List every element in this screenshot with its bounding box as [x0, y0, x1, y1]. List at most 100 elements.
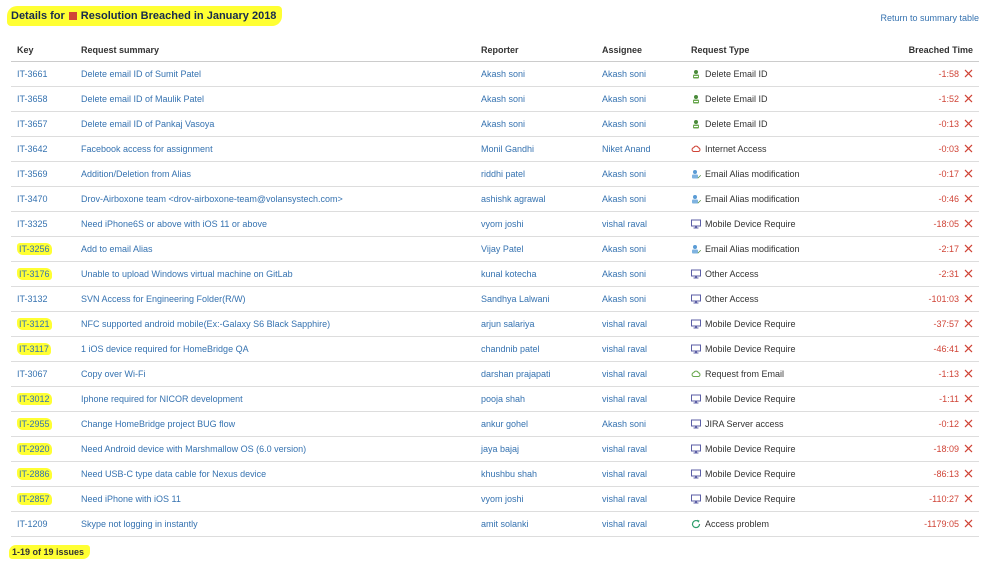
reporter-link[interactable]: khushbu shah: [481, 469, 537, 479]
table-row[interactable]: IT-2920 Need Android device with Marshmal…: [11, 436, 979, 462]
issue-summary-link[interactable]: Need USB-C type data cable for Nexus dev…: [81, 469, 266, 479]
column-header-breached-time[interactable]: Breached Time: [835, 39, 979, 62]
issue-summary-link[interactable]: Change HomeBridge project BUG flow: [81, 419, 235, 429]
table-row[interactable]: IT-3256 Add to email Alias Vijay Patel Akas…: [11, 236, 979, 262]
issue-key-link[interactable]: IT-3657: [17, 119, 48, 129]
assignee-link[interactable]: Akash soni: [602, 69, 646, 79]
issue-key-link[interactable]: IT-3117: [17, 342, 51, 355]
issue-summary-link[interactable]: Delete email ID of Maulik Patel: [81, 94, 204, 104]
table-row[interactable]: IT-2857 Need iPhone with iOS 11 vyom joshi…: [11, 486, 979, 512]
issue-summary-link[interactable]: Delete email ID of Pankaj Vasoya: [81, 119, 214, 129]
assignee-link[interactable]: vishal raval: [602, 369, 647, 379]
column-header-request-type[interactable]: Request Type: [685, 39, 835, 62]
reporter-link[interactable]: Akash soni: [481, 69, 525, 79]
issue-summary-link[interactable]: Addition/Deletion from Alias: [81, 169, 191, 179]
assignee-link[interactable]: Akash soni: [602, 294, 646, 304]
issue-key-link[interactable]: IT-3569: [17, 169, 48, 179]
issue-summary-link[interactable]: Need Android device with Marshmallow OS …: [81, 444, 306, 454]
issue-summary-link[interactable]: Copy over Wi-Fi: [81, 369, 146, 379]
table-row[interactable]: IT-3067 Copy over Wi-Fi darshan prajapati v…: [11, 361, 979, 387]
reporter-link[interactable]: vyom joshi: [481, 494, 524, 504]
issue-key-link[interactable]: IT-3661: [17, 69, 48, 79]
issue-key-link[interactable]: IT-2955: [17, 417, 52, 430]
assignee-link[interactable]: vishal raval: [602, 394, 647, 404]
issue-key-link[interactable]: IT-2920: [17, 442, 52, 455]
assignee-link[interactable]: vishal raval: [602, 219, 647, 229]
column-header-assignee[interactable]: Assignee: [596, 39, 685, 62]
issue-summary-link[interactable]: Add to email Alias: [81, 244, 153, 254]
issue-key-link[interactable]: IT-3658: [17, 94, 48, 104]
assignee-link[interactable]: Niket Anand: [602, 144, 651, 154]
issue-summary-link[interactable]: NFC supported android mobile(Ex:-Galaxy …: [81, 319, 330, 329]
assignee-link[interactable]: Akash soni: [602, 119, 646, 129]
assignee-link[interactable]: Akash soni: [602, 244, 646, 254]
table-row[interactable]: IT-2886 Need USB-C type data cable for Ne…: [11, 461, 979, 487]
assignee-link[interactable]: Akash soni: [602, 269, 646, 279]
issue-summary-link[interactable]: Facebook access for assignment: [81, 144, 213, 154]
table-row[interactable]: IT-1209 Skype not logging in instantly ami…: [11, 511, 979, 537]
issue-key-link[interactable]: IT-2857: [17, 492, 52, 505]
column-header-summary[interactable]: Request summary: [75, 39, 475, 62]
issue-summary-link[interactable]: Need iPhone6S or above with iOS 11 or ab…: [81, 219, 267, 229]
reporter-link[interactable]: Vijay Patel: [481, 244, 523, 254]
table-row[interactable]: IT-3325 Need iPhone6S or above with iOS 1…: [11, 211, 979, 237]
table-row[interactable]: IT-3569 Addition/Deletion from Alias riddh…: [11, 161, 979, 187]
issue-key-link[interactable]: IT-3176: [17, 267, 52, 280]
reporter-link[interactable]: Akash soni: [481, 119, 525, 129]
table-row[interactable]: IT-3642 Facebook access for assignment Mon…: [11, 136, 979, 162]
issue-key-link[interactable]: IT-3325: [17, 219, 48, 229]
issue-key-link[interactable]: IT-3132: [17, 294, 48, 304]
assignee-link[interactable]: vishal raval: [602, 519, 647, 529]
table-row[interactable]: IT-2955 Change HomeBridge project BUG flo…: [11, 411, 979, 437]
table-row[interactable]: IT-3176 Unable to upload Windows virtual …: [11, 261, 979, 287]
table-row[interactable]: IT-3470 Drov-Airboxone team <drov-airboxo…: [11, 186, 979, 212]
assignee-link[interactable]: vishal raval: [602, 319, 647, 329]
reporter-link[interactable]: Akash soni: [481, 94, 525, 104]
issue-key-link[interactable]: IT-3067: [17, 369, 48, 379]
assignee-link[interactable]: Akash soni: [602, 94, 646, 104]
reporter-link[interactable]: chandnib patel: [481, 344, 540, 354]
table-row[interactable]: IT-3012 Iphone required for NICOR develop…: [11, 386, 979, 412]
issue-summary-link[interactable]: Need iPhone with iOS 11: [81, 494, 181, 504]
reporter-link[interactable]: Sandhya Lalwani: [481, 294, 550, 304]
reporter-link[interactable]: vyom joshi: [481, 219, 524, 229]
issue-key-link[interactable]: IT-3256: [17, 242, 52, 255]
assignee-link[interactable]: vishal raval: [602, 444, 647, 454]
issue-summary-link[interactable]: Delete email ID of Sumit Patel: [81, 69, 201, 79]
issue-key-link[interactable]: IT-1209: [17, 519, 48, 529]
issue-summary-link[interactable]: Drov-Airboxone team <drov-airboxone-team…: [81, 194, 343, 204]
reporter-link[interactable]: ankur gohel: [481, 419, 528, 429]
issue-summary-link[interactable]: Unable to upload Windows virtual machine…: [81, 269, 293, 279]
column-header-reporter[interactable]: Reporter: [475, 39, 596, 62]
table-row[interactable]: IT-3657 Delete email ID of Pankaj Vasoya A…: [11, 111, 979, 137]
reporter-link[interactable]: kunal kotecha: [481, 269, 537, 279]
reporter-link[interactable]: pooja shah: [481, 394, 525, 404]
issue-summary-link[interactable]: 1 iOS device required for HomeBridge QA: [81, 344, 249, 354]
table-row[interactable]: IT-3117 1 iOS device required for HomeBri…: [11, 336, 979, 362]
issue-summary-link[interactable]: SVN Access for Engineering Folder(R/W): [81, 294, 246, 304]
reporter-link[interactable]: riddhi patel: [481, 169, 525, 179]
assignee-link[interactable]: Akash soni: [602, 169, 646, 179]
assignee-link[interactable]: vishal raval: [602, 494, 647, 504]
reporter-link[interactable]: Monil Gandhi: [481, 144, 534, 154]
assignee-link[interactable]: Akash soni: [602, 419, 646, 429]
table-row[interactable]: IT-3658 Delete email ID of Maulik Patel Ak…: [11, 86, 979, 112]
reporter-link[interactable]: jaya bajaj: [481, 444, 519, 454]
assignee-link[interactable]: vishal raval: [602, 344, 647, 354]
return-to-summary-link[interactable]: Return to summary table: [880, 13, 979, 23]
reporter-link[interactable]: ashishk agrawal: [481, 194, 546, 204]
table-row[interactable]: IT-3661 Delete email ID of Sumit Patel Aka…: [11, 61, 979, 87]
assignee-link[interactable]: vishal raval: [602, 469, 647, 479]
table-row[interactable]: IT-3132 SVN Access for Engineering Folder…: [11, 286, 979, 312]
reporter-link[interactable]: arjun salariya: [481, 319, 535, 329]
issue-key-link[interactable]: IT-3642: [17, 144, 48, 154]
issue-key-link[interactable]: IT-3470: [17, 194, 48, 204]
reporter-link[interactable]: darshan prajapati: [481, 369, 551, 379]
issue-summary-link[interactable]: Skype not logging in instantly: [81, 519, 198, 529]
issue-key-link[interactable]: IT-2886: [17, 467, 52, 480]
assignee-link[interactable]: Akash soni: [602, 194, 646, 204]
column-header-key[interactable]: Key: [11, 39, 75, 62]
issue-summary-link[interactable]: Iphone required for NICOR development: [81, 394, 243, 404]
issue-key-link[interactable]: IT-3012: [17, 392, 52, 405]
issue-key-link[interactable]: IT-3121: [17, 317, 52, 330]
